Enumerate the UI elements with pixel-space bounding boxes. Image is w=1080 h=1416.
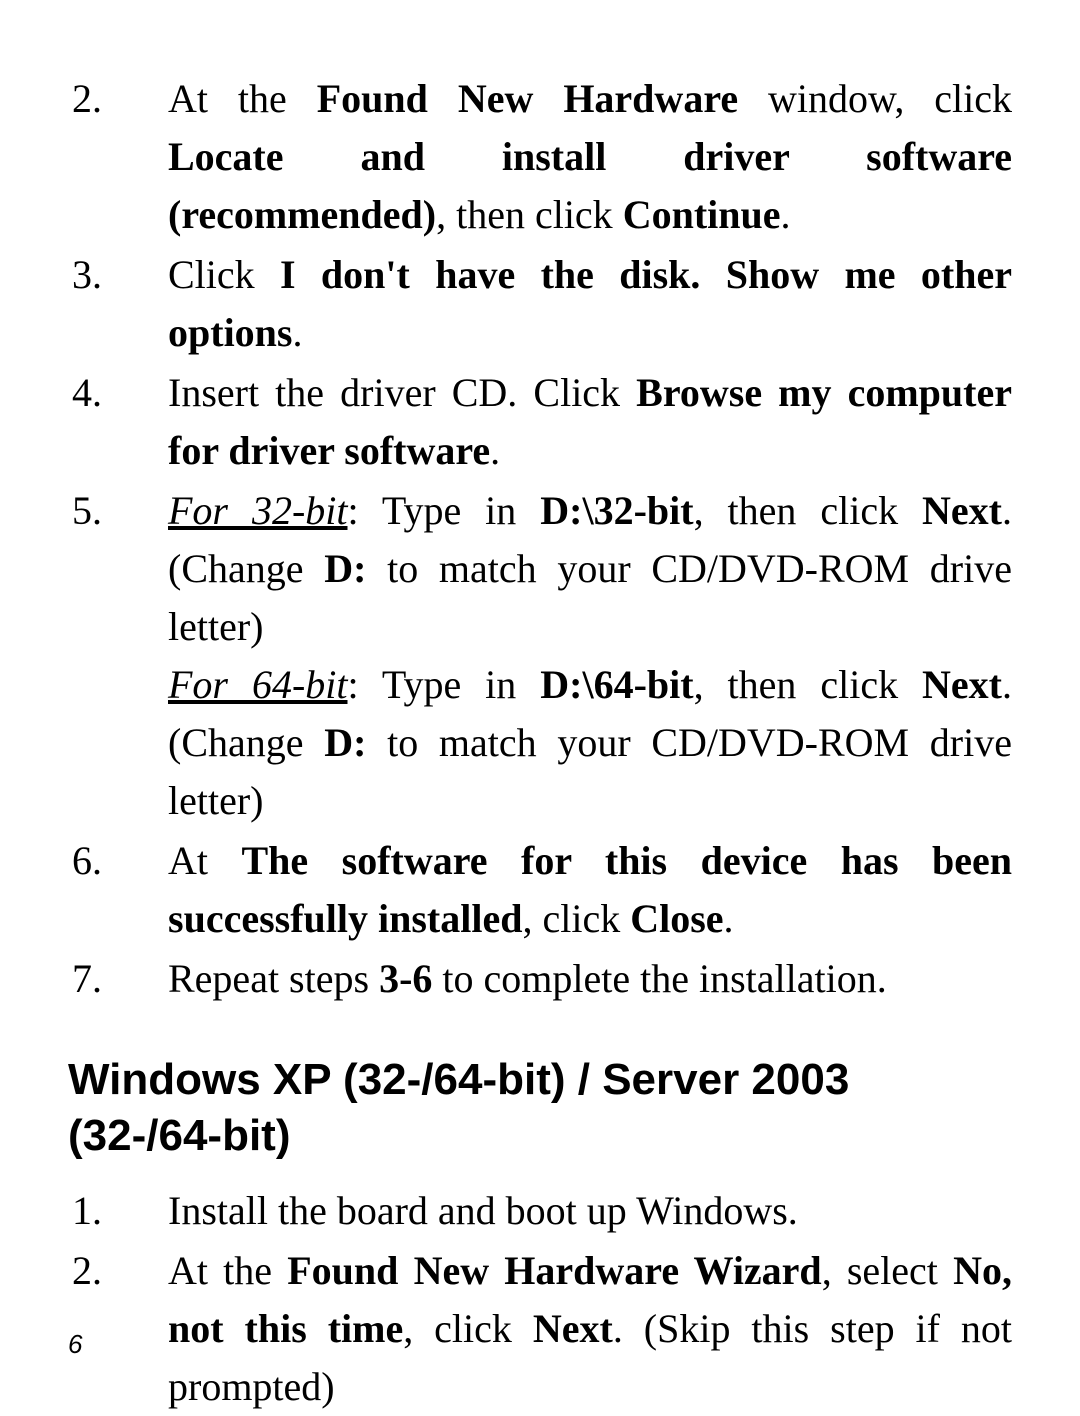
bold: Next — [922, 662, 1002, 707]
text: At the — [168, 1248, 287, 1293]
bold: Next — [922, 488, 1002, 533]
step-number: 1. — [68, 1182, 168, 1240]
text: , then click — [694, 488, 922, 533]
step-text: For 32-bit: Type in D:\32-bit, then clic… — [168, 482, 1012, 830]
italic-underline: For 64-bit — [168, 662, 348, 707]
instruction-list-1: 2. At the Found New Hardware window, cli… — [68, 70, 1012, 1008]
bold: D: — [324, 546, 366, 591]
step-number: 3. — [68, 246, 168, 304]
text: : Type in — [348, 662, 541, 707]
text: At the — [168, 76, 317, 121]
step-number: 2. — [68, 1242, 168, 1300]
text: to complete the installation. — [432, 956, 886, 1001]
text: Insert the driver CD. Click — [168, 370, 636, 415]
step-number: 5. — [68, 482, 168, 540]
text: Click — [168, 252, 280, 297]
step-2b: 2. At the Found New Hardware Wizard, sel… — [68, 1242, 1012, 1416]
text: At — [168, 838, 242, 883]
step-text: Insert the driver CD. Click Browse my co… — [168, 364, 1012, 480]
bold: 3-6 — [379, 956, 432, 1001]
text: Repeat steps — [168, 956, 379, 1001]
italic-underline: For 32-bit — [168, 488, 348, 533]
step-3: 3. Click I don't have the disk. Show me … — [68, 246, 1012, 362]
step-text: At the Found New Hardware Wizard, select… — [168, 1242, 1012, 1416]
document-page: 2. At the Found New Hardware window, cli… — [0, 0, 1080, 1404]
bold: D:\64-bit — [540, 662, 693, 707]
step-7: 7. Repeat steps 3-6 to complete the inst… — [68, 950, 1012, 1008]
step-text: Click I don't have the disk. Show me oth… — [168, 246, 1012, 362]
text: . — [724, 896, 734, 941]
step-4: 4. Insert the driver CD. Click Browse my… — [68, 364, 1012, 480]
bold: Found New Hardware — [317, 76, 738, 121]
text: . — [781, 192, 791, 237]
step-number: 6. — [68, 832, 168, 890]
step-number: 7. — [68, 950, 168, 1008]
bold: D:\32-bit — [540, 488, 693, 533]
page-number: 6 — [68, 1329, 82, 1360]
step-5: 5. For 32-bit: Type in D:\32-bit, then c… — [68, 482, 1012, 830]
bold: Continue — [623, 192, 781, 237]
step-text: Install the board and boot up Windows. — [168, 1182, 1012, 1240]
text: : Type in — [348, 488, 541, 533]
text: , click — [403, 1306, 533, 1351]
text: , then click — [694, 662, 922, 707]
step-6: 6. At The software for this device has b… — [68, 832, 1012, 948]
text: Install the board and boot up Windows. — [168, 1188, 798, 1233]
instruction-list-2: 1. Install the board and boot up Windows… — [68, 1182, 1012, 1416]
text: . — [293, 310, 303, 355]
step-text: At The software for this device has been… — [168, 832, 1012, 948]
text: . — [490, 428, 500, 473]
section-heading: Windows XP (32-/64-bit) / Server 2003 (3… — [68, 1052, 1012, 1164]
step-1: 1. Install the board and boot up Windows… — [68, 1182, 1012, 1240]
step-number: 4. — [68, 364, 168, 422]
bold: Found New Hardware Wizard — [287, 1248, 821, 1293]
text: , click — [522, 896, 630, 941]
bold: D: — [324, 720, 366, 765]
text: , select — [822, 1248, 953, 1293]
bold: Next — [533, 1306, 613, 1351]
text: , then click — [436, 192, 623, 237]
step-number: 2. — [68, 70, 168, 128]
step-text: At the Found New Hardware window, click … — [168, 70, 1012, 244]
bold: Close — [630, 896, 723, 941]
step-2: 2. At the Found New Hardware window, cli… — [68, 70, 1012, 244]
text: window, click — [738, 76, 1012, 121]
step-text: Repeat steps 3-6 to complete the install… — [168, 950, 1012, 1008]
